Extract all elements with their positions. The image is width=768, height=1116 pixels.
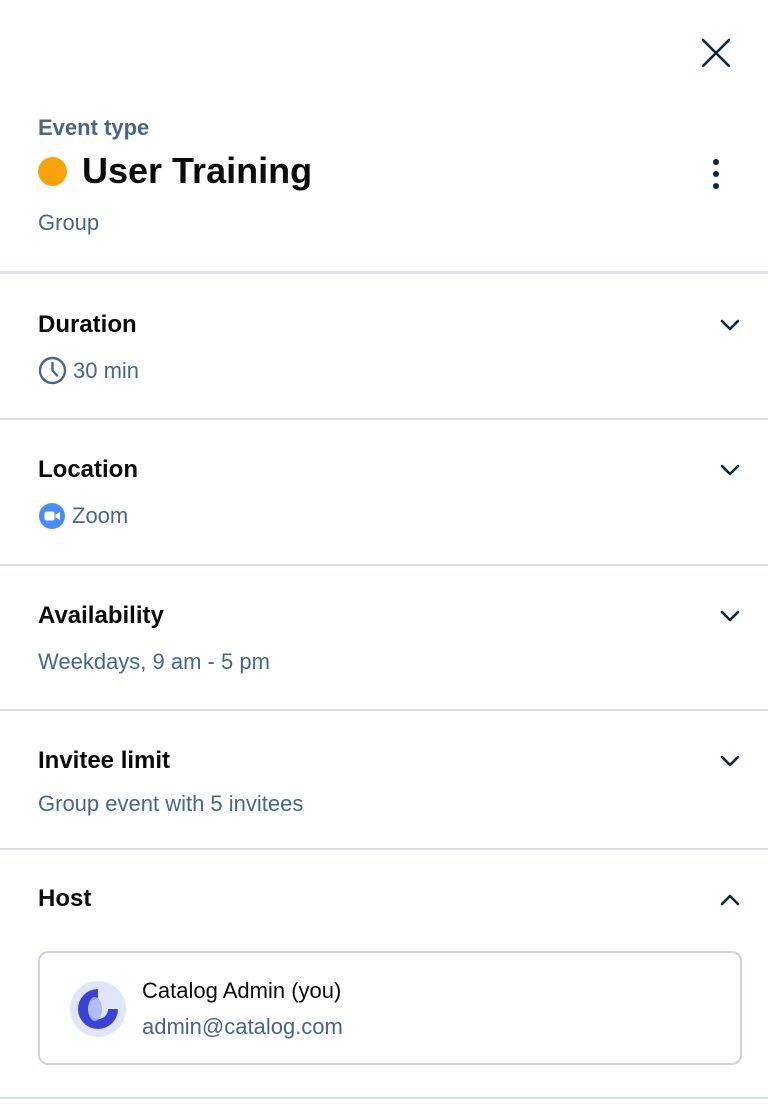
chevron-down-icon: [716, 747, 744, 775]
host-card: Catalog Admin (you) admin@catalog.com: [38, 951, 742, 1065]
catalog-logo-icon: [78, 989, 118, 1029]
location-value: Zoom: [72, 503, 129, 528]
event-type-label: Event type: [38, 115, 150, 140]
host-section-header[interactable]: Host: [0, 850, 768, 930]
event-kind-label: Group: [38, 210, 100, 235]
availability-value: Weekdays, 9 am - 5 pm: [38, 649, 270, 674]
duration-value: 30 min: [73, 357, 140, 383]
location-value-row: Zoom: [38, 502, 128, 530]
location-section[interactable]: Location Zoom: [0, 420, 768, 565]
event-type-header: Event type User Training Group: [0, 0, 768, 272]
location-title: Location: [38, 456, 138, 483]
host-email[interactable]: admin@catalog.com: [142, 1013, 343, 1041]
clock-icon: [38, 356, 67, 385]
duration-section[interactable]: Duration 30 min: [0, 274, 768, 419]
event-title: User Training: [82, 150, 313, 191]
chevron-down-icon: [716, 311, 744, 339]
chevron-up-icon: [716, 886, 744, 914]
section-divider: [0, 1097, 768, 1099]
duration-value-row: 30 min: [38, 356, 139, 385]
event-title-row: User Training: [38, 148, 312, 194]
availability-title: Availability: [38, 602, 164, 629]
zoom-icon: [38, 502, 66, 530]
host-name: Catalog Admin (you): [142, 978, 342, 1003]
host-title: Host: [38, 885, 92, 912]
invitee-limit-value: Group event with 5 invitees: [38, 791, 304, 816]
invitee-limit-title: Invitee limit: [38, 747, 171, 774]
close-button[interactable]: [696, 33, 736, 73]
close-icon: [701, 38, 731, 68]
more-options-button[interactable]: [696, 154, 736, 194]
availability-section[interactable]: Availability Weekdays, 9 am - 5 pm: [0, 566, 768, 710]
chevron-down-icon: [716, 602, 744, 630]
invitee-limit-section[interactable]: Invitee limit Group event with 5 invitee…: [0, 711, 768, 848]
event-color-dot: [38, 156, 67, 186]
avatar: [70, 981, 126, 1037]
chevron-down-icon: [716, 456, 744, 484]
duration-title: Duration: [38, 311, 137, 338]
more-vertical-icon: [713, 159, 719, 189]
